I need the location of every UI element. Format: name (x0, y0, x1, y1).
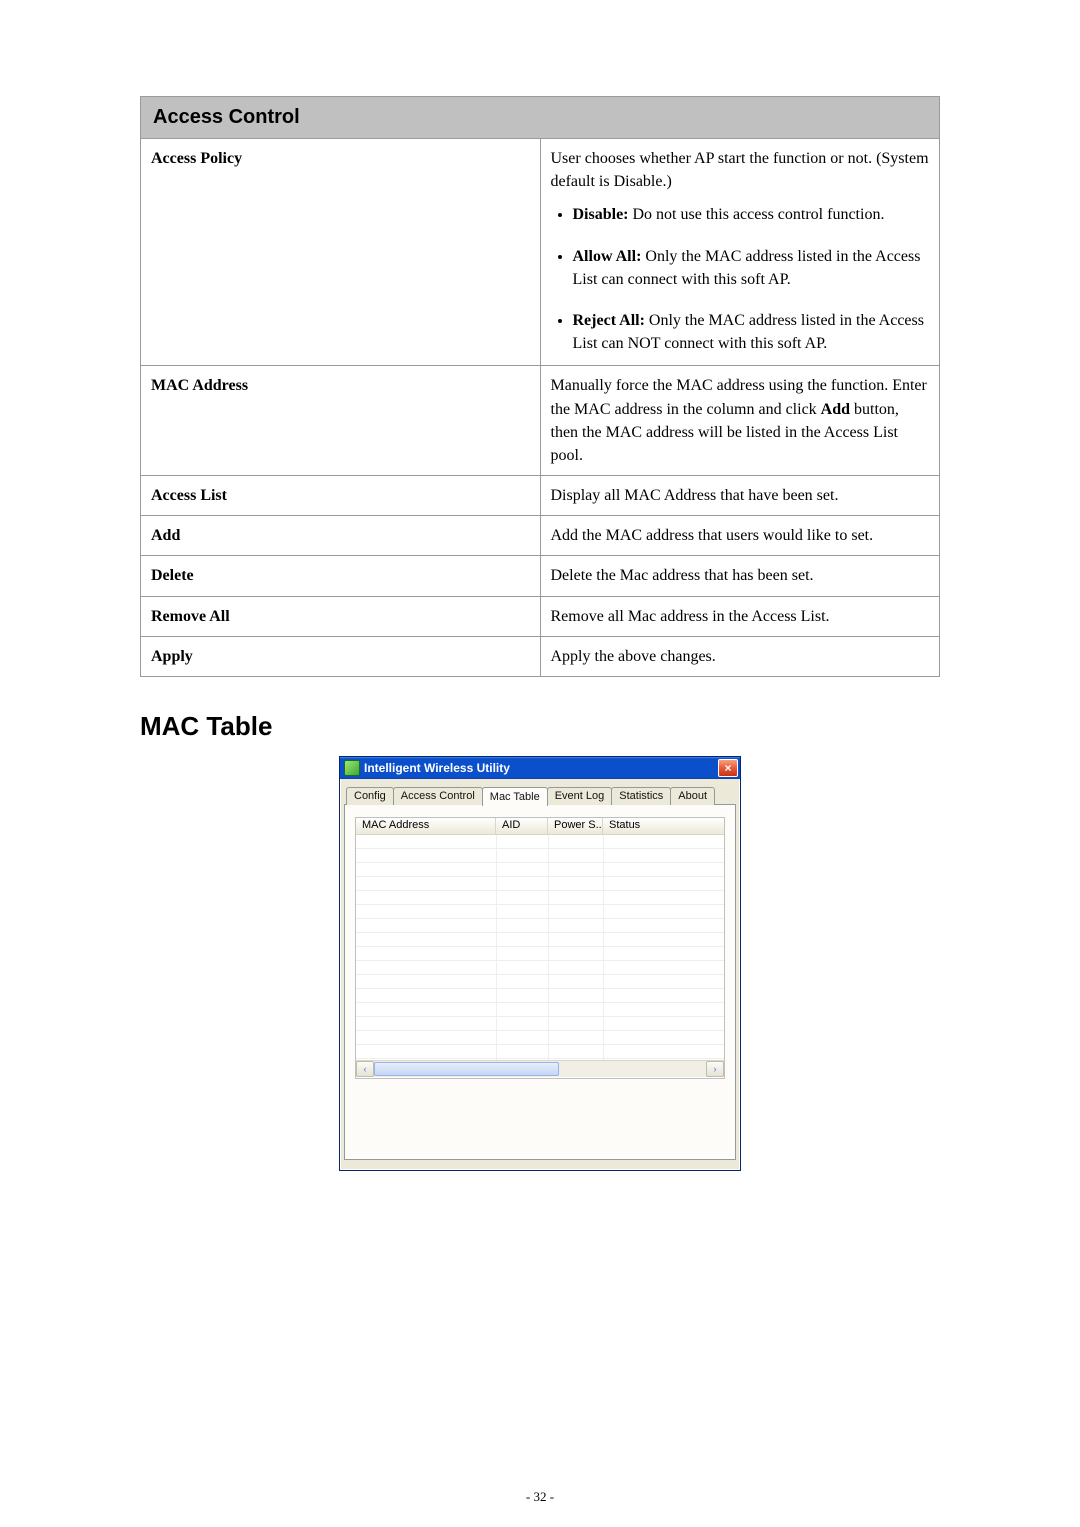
mac-table-listview[interactable]: MAC Address AID Power S... Status (355, 817, 725, 1079)
chevron-left-icon: ‹ (364, 1064, 367, 1074)
desc-mac-address: Manually force the MAC address using the… (540, 366, 940, 476)
desc-delete: Delete the Mac address that has been set… (540, 556, 940, 596)
scroll-thumb[interactable] (374, 1062, 559, 1076)
mac-desc-bold: Add (821, 401, 850, 418)
opt-name: Disable: (573, 206, 629, 223)
access-policy-option: Allow All: Only the MAC address listed i… (573, 245, 930, 291)
row-access-list: Access List Display all MAC Address that… (141, 476, 940, 516)
row-access-policy: Access Policy User chooses whether AP st… (141, 139, 940, 366)
page-number: - 32 - (0, 1489, 1080, 1505)
access-control-table: Access Control Access Policy User choose… (140, 96, 940, 677)
opt-desc: Do not use this access control function. (633, 206, 885, 223)
titlebar: Intelligent Wireless Utility × (340, 757, 740, 779)
desc-remove-all: Remove all Mac address in the Access Lis… (540, 596, 940, 636)
tab-panel: MAC Address AID Power S... Status (344, 804, 736, 1160)
window-title: Intelligent Wireless Utility (364, 761, 718, 775)
app-icon (344, 760, 360, 776)
scroll-right-button[interactable]: › (706, 1061, 724, 1077)
wireless-utility-window: Intelligent Wireless Utility × Config Ac… (339, 756, 741, 1171)
opt-name: Reject All: (573, 312, 645, 329)
desc-add: Add the MAC address that users would lik… (540, 516, 940, 556)
label-apply: Apply (141, 636, 541, 676)
opt-name: Allow All: (573, 248, 642, 265)
tab-access-control[interactable]: Access Control (393, 787, 483, 805)
label-access-list: Access List (141, 476, 541, 516)
scroll-track[interactable] (374, 1061, 706, 1077)
dialog-screenshot: Intelligent Wireless Utility × Config Ac… (140, 756, 940, 1171)
listview-body[interactable] (356, 835, 724, 1060)
row-delete: Delete Delete the Mac address that has b… (141, 556, 940, 596)
desc-access-list: Display all MAC Address that have been s… (540, 476, 940, 516)
label-add: Add (141, 516, 541, 556)
label-access-policy: Access Policy (141, 139, 541, 366)
close-icon: × (724, 762, 731, 774)
row-add: Add Add the MAC address that users would… (141, 516, 940, 556)
access-policy-option: Reject All: Only the MAC address listed … (573, 309, 930, 355)
listview-header: MAC Address AID Power S... Status (356, 818, 724, 835)
access-policy-option: Disable: Do not use this access control … (573, 203, 930, 226)
tab-strip: Config Access Control Mac Table Event Lo… (344, 785, 736, 805)
mac-table-heading: MAC Table (140, 711, 940, 742)
tab-event-log[interactable]: Event Log (547, 787, 613, 805)
close-button[interactable]: × (718, 759, 738, 777)
label-remove-all: Remove All (141, 596, 541, 636)
desc-apply: Apply the above changes. (540, 636, 940, 676)
label-delete: Delete (141, 556, 541, 596)
col-mac-address[interactable]: MAC Address (356, 818, 496, 835)
dialog-body: Config Access Control Mac Table Event Lo… (340, 779, 740, 1170)
desc-access-policy: User chooses whether AP start the functi… (540, 139, 940, 366)
tab-mac-table[interactable]: Mac Table (482, 787, 548, 806)
tab-config[interactable]: Config (346, 787, 394, 805)
tab-about[interactable]: About (670, 787, 715, 805)
col-aid[interactable]: AID (496, 818, 548, 835)
row-apply: Apply Apply the above changes. (141, 636, 940, 676)
row-remove-all: Remove All Remove all Mac address in the… (141, 596, 940, 636)
tab-statistics[interactable]: Statistics (611, 787, 671, 805)
col-power-s[interactable]: Power S... (548, 818, 603, 835)
chevron-right-icon: › (714, 1064, 717, 1074)
label-mac-address: MAC Address (141, 366, 541, 476)
col-status[interactable]: Status (603, 818, 724, 835)
access-policy-intro: User chooses whether AP start the functi… (551, 147, 930, 193)
horizontal-scrollbar[interactable]: ‹ › (356, 1060, 724, 1077)
row-mac-address: MAC Address Manually force the MAC addre… (141, 366, 940, 476)
scroll-left-button[interactable]: ‹ (356, 1061, 374, 1077)
table-section-header: Access Control (141, 97, 940, 139)
page: Access Control Access Policy User choose… (0, 0, 1080, 1527)
